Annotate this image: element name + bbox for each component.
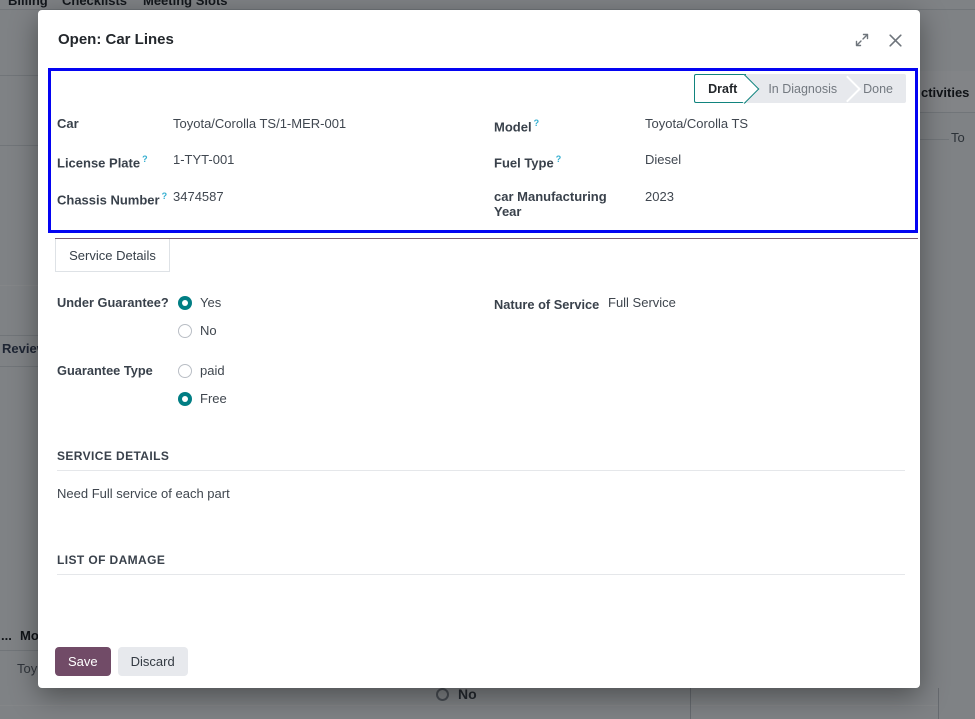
- chassis-number-field-label: Chassis Number?: [57, 189, 173, 207]
- radio-unselected-icon[interactable]: [178, 364, 192, 378]
- guarantee-type-options: paid Free: [178, 361, 227, 408]
- expand-icon[interactable]: [853, 31, 871, 49]
- radio-selected-icon[interactable]: [178, 392, 192, 406]
- nature-of-service-value[interactable]: Full Service: [608, 295, 676, 312]
- radio-selected-icon[interactable]: [178, 296, 192, 310]
- close-icon[interactable]: [886, 31, 904, 49]
- radio-option-no[interactable]: No: [178, 321, 221, 340]
- modal-footer: Save Discard: [55, 647, 188, 676]
- save-button[interactable]: Save: [55, 647, 111, 676]
- nature-of-service-field: Nature of Service Full Service: [494, 295, 676, 312]
- screen: Billing Checklists Meeting Slots Review …: [0, 0, 975, 719]
- notebook-tabs: Service Details: [55, 238, 918, 273]
- car-field-label: Car: [57, 116, 173, 131]
- modal-window-controls: [853, 31, 904, 49]
- help-icon: ?: [162, 191, 168, 201]
- form-fields-grid: Car Toyota/Corolla TS/1-MER-001 Model? T…: [57, 116, 902, 219]
- radio-option-label: No: [200, 323, 217, 338]
- nature-of-service-label: Nature of Service: [494, 295, 608, 312]
- statusbar-step-label: Done: [863, 82, 893, 96]
- license-plate-field-label: License Plate?: [57, 152, 173, 170]
- label-text: Chassis Number: [57, 192, 160, 207]
- service-details-text[interactable]: Need Full service of each part: [57, 486, 905, 502]
- tab-service-details[interactable]: Service Details: [55, 239, 170, 272]
- car-field-value[interactable]: Toyota/Corolla TS/1-MER-001: [173, 116, 494, 131]
- help-icon: ?: [534, 118, 540, 128]
- guarantee-type-field: Guarantee Type paid Free: [57, 361, 227, 408]
- radio-option-paid[interactable]: paid: [178, 361, 227, 380]
- fuel-type-field-value[interactable]: Diesel: [645, 152, 902, 167]
- radio-option-label: paid: [200, 363, 225, 378]
- discard-button[interactable]: Discard: [118, 647, 188, 676]
- form-header-highlight: Draft In Diagnosis Done Car Toyota/Corol…: [48, 68, 918, 233]
- label-text: Fuel Type: [494, 156, 554, 171]
- modal-title: Open: Car Lines: [58, 31, 174, 48]
- fuel-type-field-label: Fuel Type?: [494, 152, 645, 170]
- statusbar-step-done[interactable]: Done: [850, 74, 906, 103]
- radio-option-label: Free: [200, 391, 227, 406]
- under-guarantee-options: Yes No: [178, 293, 221, 340]
- statusbar-step-in-diagnosis[interactable]: In Diagnosis: [746, 74, 850, 103]
- service-details-section: SERVICE DETAILS Need Full service of eac…: [57, 449, 905, 502]
- help-icon: ?: [142, 154, 148, 164]
- radio-option-label: Yes: [200, 295, 221, 310]
- help-icon: ?: [556, 154, 562, 164]
- radio-unselected-icon[interactable]: [178, 324, 192, 338]
- label-text: Model: [494, 119, 532, 134]
- statusbar: Draft In Diagnosis Done: [694, 74, 906, 103]
- list-of-damage-heading: LIST OF DAMAGE: [57, 553, 905, 575]
- chassis-number-field-value[interactable]: 3474587: [173, 189, 494, 204]
- list-of-damage-section: LIST OF DAMAGE: [57, 553, 905, 606]
- statusbar-step-label: Draft: [708, 82, 737, 96]
- statusbar-step-draft[interactable]: Draft: [694, 74, 746, 103]
- guarantee-type-label: Guarantee Type: [57, 361, 178, 408]
- service-details-heading: SERVICE DETAILS: [57, 449, 905, 471]
- statusbar-step-label: In Diagnosis: [768, 82, 837, 96]
- label-text: car Manufacturing Year: [494, 189, 616, 219]
- manufacturing-year-field-label: car Manufacturing Year: [494, 189, 645, 219]
- list-of-damage-text[interactable]: [57, 590, 905, 606]
- under-guarantee-field: Under Guarantee? Yes No: [57, 293, 221, 340]
- under-guarantee-label: Under Guarantee?: [57, 293, 178, 340]
- model-field-value[interactable]: Toyota/Corolla TS: [645, 116, 902, 131]
- radio-option-yes[interactable]: Yes: [178, 293, 221, 312]
- radio-option-free[interactable]: Free: [178, 389, 227, 408]
- manufacturing-year-field-value[interactable]: 2023: [645, 189, 902, 204]
- label-text: License Plate: [57, 156, 140, 171]
- car-lines-modal: Open: Car Lines Draft: [38, 10, 920, 688]
- license-plate-field-value[interactable]: 1-TYT-001: [173, 152, 494, 167]
- model-field-label: Model?: [494, 116, 645, 134]
